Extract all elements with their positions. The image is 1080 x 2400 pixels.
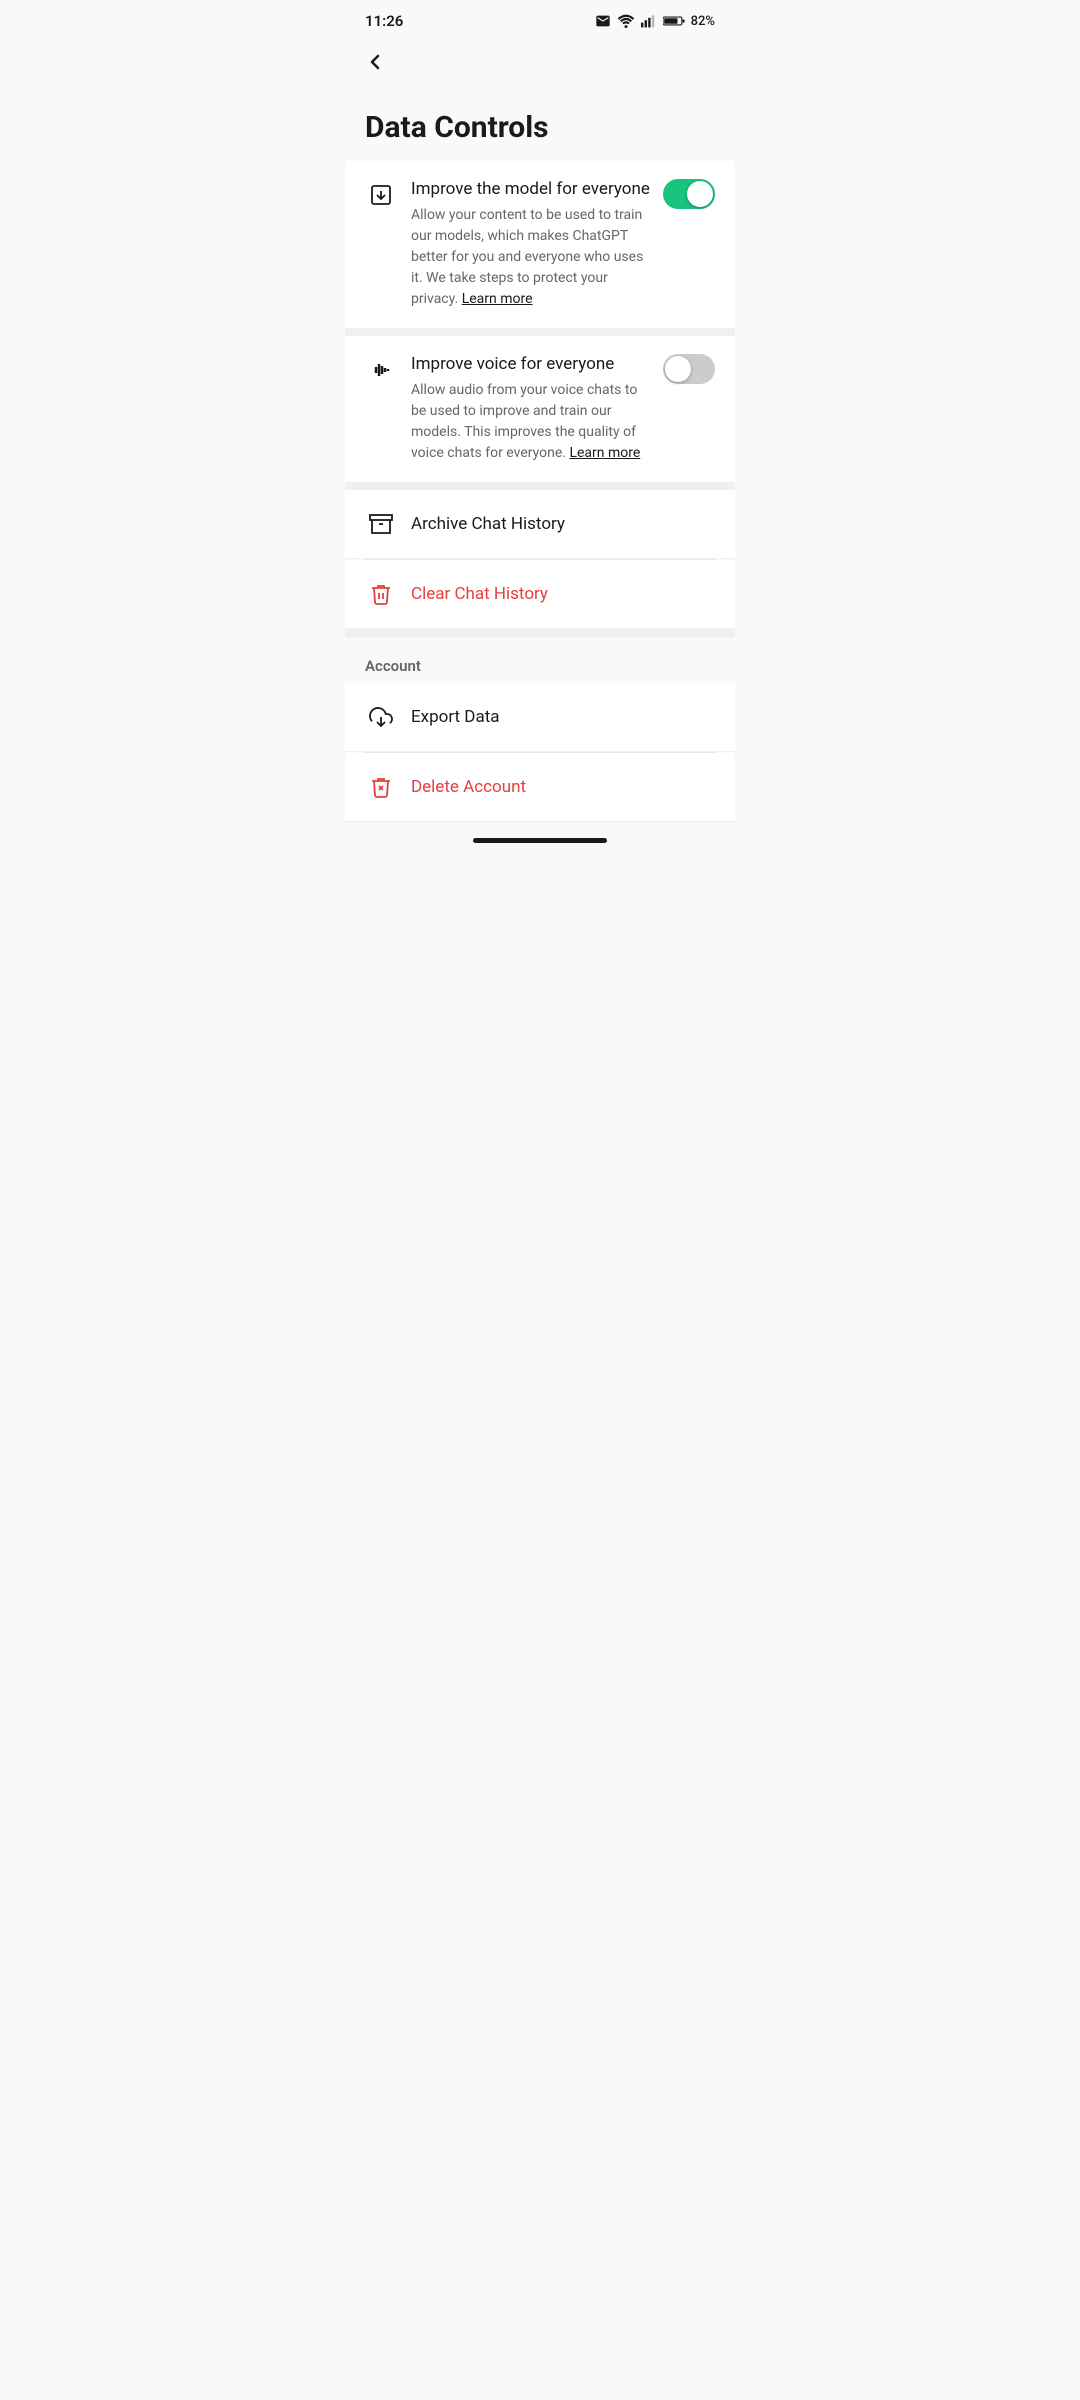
delete-account-item[interactable]: Delete Account xyxy=(345,753,735,822)
export-data-item[interactable]: Export Data xyxy=(345,683,735,752)
improve-model-content: Improve the model for everyone Allow you… xyxy=(411,179,651,310)
improve-voice-item: Improve voice for everyone Allow audio f… xyxy=(345,336,735,482)
back-button[interactable] xyxy=(345,38,735,86)
improve-voice-learn-more[interactable]: Learn more xyxy=(569,445,640,461)
improve-model-icon xyxy=(365,179,397,211)
delete-account-label: Delete Account xyxy=(411,777,526,797)
improve-voice-icon xyxy=(365,354,397,386)
improve-model-label: Improve the model for everyone xyxy=(411,179,651,199)
delete-account-icon xyxy=(365,771,397,803)
improve-voice-toggle[interactable] xyxy=(663,354,715,384)
export-data-icon xyxy=(365,701,397,733)
status-icons: 82% xyxy=(595,13,715,29)
improve-model-item: Improve the model for everyone Allow you… xyxy=(345,161,735,328)
archive-icon xyxy=(365,508,397,540)
improve-model-description: Allow your content to be used to train o… xyxy=(411,205,651,310)
clear-chat-icon xyxy=(365,578,397,610)
account-section-header: Account xyxy=(345,637,735,683)
export-data-label: Export Data xyxy=(411,707,500,727)
home-indicator xyxy=(473,838,607,843)
archive-chat-label: Archive Chat History xyxy=(411,514,565,534)
improve-voice-label: Improve voice for everyone xyxy=(411,354,651,374)
improve-voice-description: Allow audio from your voice chats to be … xyxy=(411,380,651,464)
section-divider-2 xyxy=(345,482,735,490)
status-time: 11:26 xyxy=(365,12,403,30)
improve-model-learn-more[interactable]: Learn more xyxy=(462,291,533,307)
clear-chat-history-item[interactable]: Clear Chat History xyxy=(345,560,735,629)
battery-icon xyxy=(663,15,685,27)
improve-model-toggle[interactable] xyxy=(663,179,715,209)
gmail-icon xyxy=(595,13,611,29)
wifi-icon xyxy=(617,14,635,28)
improve-voice-content: Improve voice for everyone Allow audio f… xyxy=(411,354,651,464)
section-divider-1 xyxy=(345,328,735,336)
battery-percentage: 82% xyxy=(691,14,715,29)
signal-icon xyxy=(641,14,657,28)
section-divider-3 xyxy=(345,629,735,637)
archive-chat-history-item[interactable]: Archive Chat History xyxy=(345,490,735,559)
status-bar: 11:26 82% xyxy=(345,0,735,38)
clear-chat-label: Clear Chat History xyxy=(411,584,548,604)
page-title: Data Controls xyxy=(345,86,735,161)
back-arrow-icon xyxy=(363,50,387,74)
